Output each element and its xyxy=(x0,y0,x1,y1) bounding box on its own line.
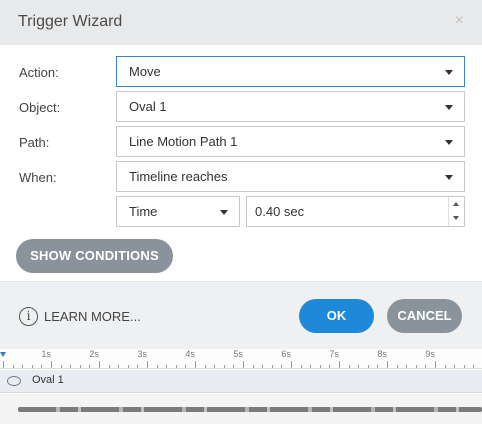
stepper-buttons[interactable] xyxy=(448,197,464,226)
ruler-tick xyxy=(79,365,81,368)
when-label: When: xyxy=(19,170,57,185)
ruler-tick xyxy=(271,365,273,368)
ruler-tick xyxy=(51,361,52,368)
ruler-tick xyxy=(396,365,398,368)
path-label: Path: xyxy=(19,135,50,150)
ruler-tick xyxy=(463,365,465,368)
ruler-tick xyxy=(252,365,254,368)
close-icon[interactable]: × xyxy=(455,12,464,30)
ruler-tick xyxy=(473,365,475,368)
ruler-label: 6s xyxy=(281,349,291,359)
timeline-ruler[interactable]: 1s 2s 3s 4s 5s 6s 7s 8s 9s xyxy=(0,349,482,369)
ruler-label: 1s xyxy=(41,349,51,359)
ruler-tick xyxy=(137,365,139,368)
ruler-tick xyxy=(300,365,302,368)
action-value: Move xyxy=(129,64,161,79)
ruler-tick xyxy=(243,361,244,368)
ruler-label: 9s xyxy=(425,349,435,359)
ruler-tick xyxy=(339,361,340,368)
dialog-title: Trigger Wizard xyxy=(18,13,123,30)
ruler-tick xyxy=(12,365,14,368)
path-value: Line Motion Path 1 xyxy=(129,134,238,149)
ruler-tick xyxy=(89,365,91,368)
ruler-tick xyxy=(329,365,331,368)
ruler-tick xyxy=(233,365,235,368)
ruler-tick xyxy=(367,365,369,368)
ruler-tick xyxy=(425,365,427,368)
oval-shape-icon xyxy=(7,376,21,386)
ruler-tick xyxy=(454,365,456,368)
ruler-tick xyxy=(147,361,148,368)
chevron-down-icon xyxy=(445,105,453,110)
ruler-tick xyxy=(406,365,408,368)
show-conditions-button[interactable]: SHOW CONDITIONS xyxy=(16,239,173,273)
ruler-tick xyxy=(108,365,110,368)
ruler-tick xyxy=(41,365,43,368)
increment-arrow-icon[interactable] xyxy=(453,202,459,206)
action-select[interactable]: Move xyxy=(116,56,465,87)
chevron-down-icon xyxy=(445,175,453,180)
ruler-tick xyxy=(31,365,33,368)
ruler-label: 4s xyxy=(185,349,195,359)
object-label: Object: xyxy=(19,100,61,115)
ruler-label: 7s xyxy=(329,349,339,359)
ruler-tick xyxy=(223,365,225,368)
track-name: Oval 1 xyxy=(32,374,64,386)
ruler-tick xyxy=(156,365,158,368)
info-icon[interactable]: i xyxy=(19,307,38,326)
ruler-tick xyxy=(166,365,168,368)
ruler-tick xyxy=(195,361,196,368)
ruler-tick xyxy=(175,365,177,368)
time-value: 0.40 sec xyxy=(255,204,305,219)
ruler-tick xyxy=(291,361,292,368)
ruler-tick xyxy=(118,365,120,368)
ruler-label: 3s xyxy=(137,349,147,359)
time-mode-value: Time xyxy=(129,204,158,219)
object-select[interactable]: Oval 1 xyxy=(116,91,465,122)
ruler-tick xyxy=(444,365,446,368)
ruler-label: 8s xyxy=(377,349,387,359)
audio-waveform xyxy=(0,394,482,424)
ruler-tick xyxy=(281,365,283,368)
ruler-tick xyxy=(387,361,388,368)
ok-button[interactable]: OK xyxy=(299,299,374,333)
when-select[interactable]: Timeline reaches xyxy=(116,161,465,192)
ruler-tick xyxy=(185,365,187,368)
ruler-tick xyxy=(319,365,321,368)
chevron-down-icon xyxy=(445,140,453,145)
ruler-label: 5s xyxy=(233,349,243,359)
decrement-arrow-icon[interactable] xyxy=(453,216,459,220)
playhead-marker[interactable] xyxy=(0,352,6,357)
ruler-tick xyxy=(377,365,379,368)
ruler-tick xyxy=(348,365,350,368)
when-value: Timeline reaches xyxy=(129,169,228,184)
ruler-tick xyxy=(127,365,129,368)
time-mode-select[interactable]: Time xyxy=(116,196,240,227)
ruler-tick xyxy=(214,365,216,368)
ruler-tick xyxy=(3,361,4,368)
path-select[interactable]: Line Motion Path 1 xyxy=(116,126,465,157)
ruler-tick xyxy=(415,365,417,368)
learn-more-link[interactable]: LEARN MORE... xyxy=(44,309,141,324)
ruler-tick xyxy=(435,361,436,368)
ruler-label: 2s xyxy=(89,349,99,359)
timeline-track-row[interactable]: Oval 1 xyxy=(0,370,482,393)
ruler-tick xyxy=(60,365,62,368)
ruler-tick xyxy=(70,365,72,368)
ruler-tick xyxy=(358,365,360,368)
ruler-tick xyxy=(22,365,24,368)
chevron-down-icon xyxy=(220,210,228,215)
object-value: Oval 1 xyxy=(129,99,167,114)
chevron-down-icon xyxy=(445,70,453,75)
ruler-tick xyxy=(262,365,264,368)
ruler-tick xyxy=(204,365,206,368)
waveform-band xyxy=(18,407,482,412)
ruler-tick xyxy=(310,365,312,368)
ruler-tick xyxy=(99,361,100,368)
action-label: Action: xyxy=(19,65,59,80)
time-stepper[interactable]: 0.40 sec xyxy=(246,196,465,227)
dialog-titlebar: Trigger Wizard × xyxy=(0,0,482,45)
cancel-button[interactable]: CANCEL xyxy=(387,299,462,333)
